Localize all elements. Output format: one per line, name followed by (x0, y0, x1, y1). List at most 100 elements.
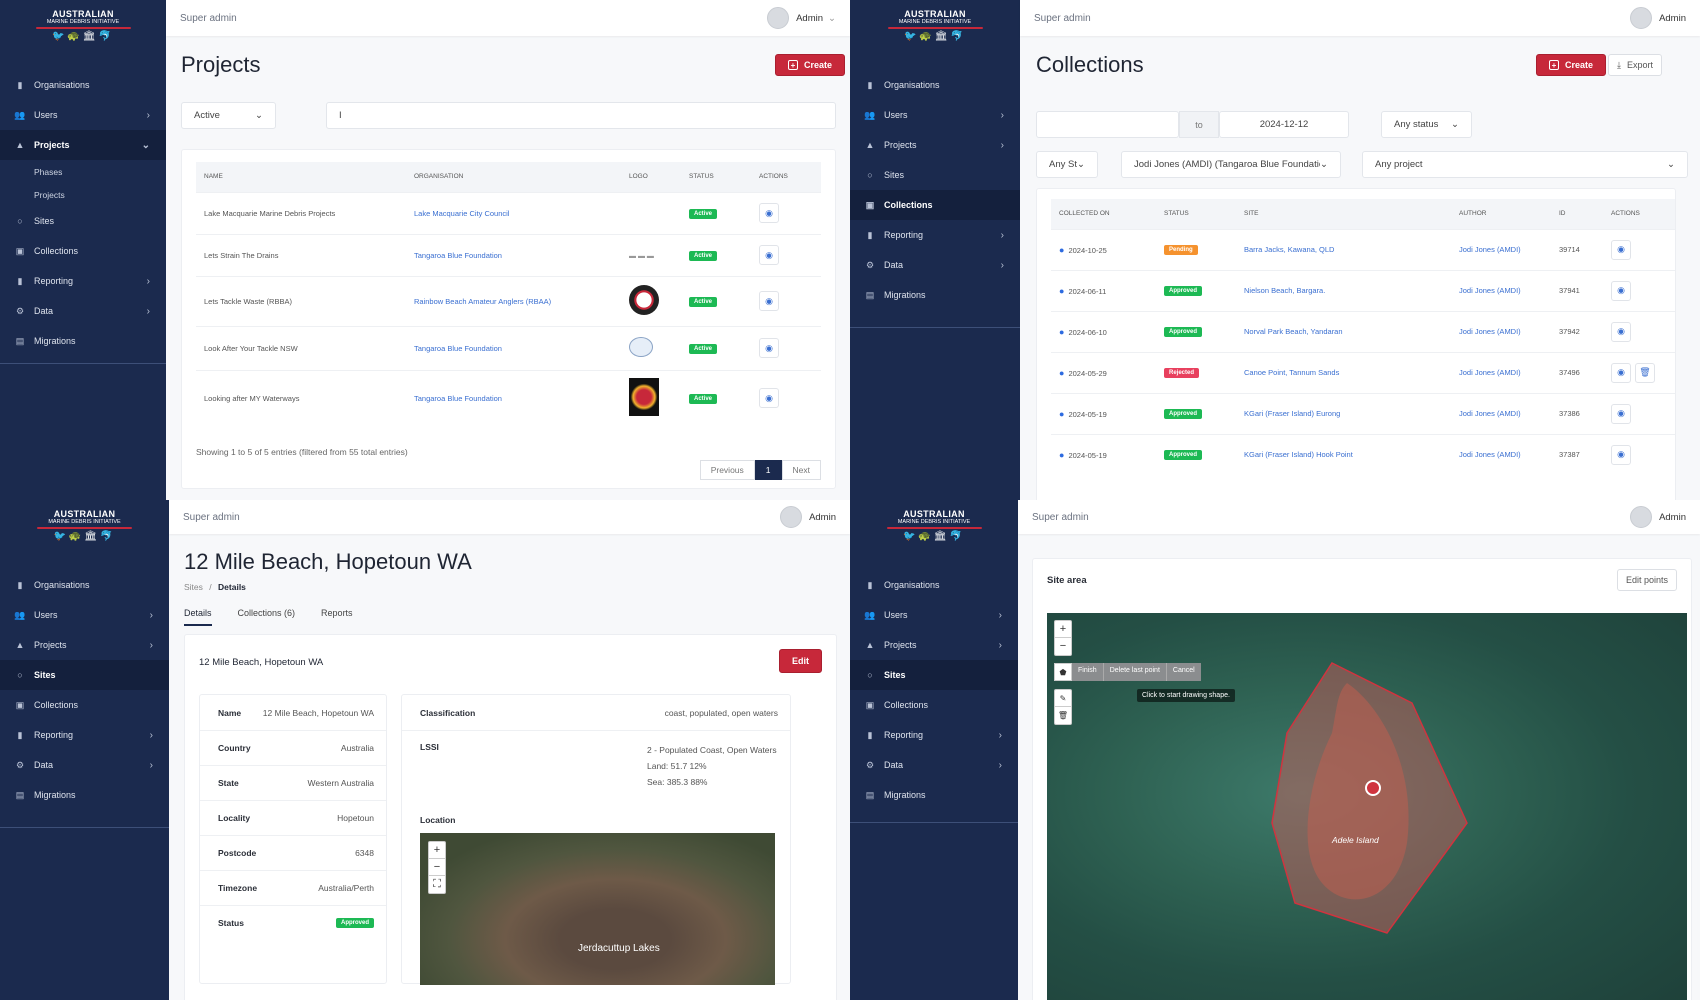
author-link[interactable]: Jodi Jones (AMDI) (1451, 392, 1551, 434)
info-icon[interactable]: ● (1059, 327, 1064, 337)
view-eye-icon[interactable]: ◉ (759, 338, 779, 358)
nav-projects[interactable]: ▲ Projects › (850, 130, 1020, 160)
nav-projects[interactable]: ▲ Projects › (850, 630, 1018, 660)
nav-organisations[interactable]: ▮ Organisations (850, 70, 1020, 100)
nav-reporting[interactable]: ▮ Reporting › (850, 220, 1020, 250)
nav-sites[interactable]: ○ Sites (850, 160, 1020, 190)
nav-collections[interactable]: ▣ Collections (0, 690, 169, 720)
user-menu[interactable]: Admin (1630, 506, 1686, 528)
view-eye-icon[interactable]: ◉ (1611, 403, 1631, 424)
author-link[interactable]: Jodi Jones (AMDI) (1451, 433, 1551, 475)
status-filter-select[interactable]: Active ⌄ (181, 102, 276, 129)
tab-details[interactable]: Details (184, 608, 212, 626)
export-button[interactable]: ⤓ Export (1608, 54, 1662, 76)
edit-layer-icon[interactable]: ✎ (1055, 690, 1071, 707)
nav-data[interactable]: ⚙ Data › (850, 250, 1020, 280)
nav-sites[interactable]: ○ Sites (0, 206, 166, 236)
view-eye-icon[interactable]: ◉ (1611, 239, 1631, 260)
nav-migrations[interactable]: ▤ Migrations (0, 326, 166, 356)
prev-button[interactable]: Previous (699, 460, 755, 480)
view-eye-icon[interactable]: ◉ (759, 203, 779, 223)
nav-collections[interactable]: ▣ Collections (850, 190, 1020, 220)
site-link[interactable]: KGari (Fraser Island) Hook Point (1236, 433, 1451, 475)
col-collected-on[interactable]: COLLECTED ON (1051, 199, 1156, 229)
date-from-input[interactable] (1036, 111, 1179, 138)
org-link[interactable]: Tangaroa Blue Foundation (406, 369, 621, 426)
state-filter-select[interactable]: Any St ⌄ (1036, 151, 1098, 178)
col-site[interactable]: SITE (1236, 199, 1451, 229)
project-filter-select[interactable]: Any project ⌄ (1362, 151, 1688, 178)
zoom-in-button[interactable]: + (1055, 621, 1071, 638)
status-filter-select[interactable]: Any status ⌄ (1381, 111, 1472, 138)
zoom-in-button[interactable]: + (429, 842, 445, 859)
info-icon[interactable]: ● (1059, 450, 1064, 460)
col-name[interactable]: NAME (196, 162, 406, 192)
author-link[interactable]: Jodi Jones (AMDI) (1451, 269, 1551, 311)
search-input[interactable]: I (326, 102, 836, 129)
nav-sites[interactable]: ○ Sites (0, 660, 169, 690)
view-eye-icon[interactable]: ◉ (1611, 362, 1631, 383)
org-link[interactable]: Lake Macquarie City Council (406, 191, 621, 234)
nav-collections[interactable]: ▣ Collections (850, 690, 1018, 720)
org-link[interactable]: Rainbow Beach Amateur Anglers (RBAA) (406, 275, 621, 326)
site-link[interactable]: Norval Park Beach, Yandaran (1236, 310, 1451, 352)
polygon-draw-icon[interactable]: ⬟ (1054, 663, 1072, 681)
nav-migrations[interactable]: ▤ Migrations (850, 280, 1020, 310)
view-eye-icon[interactable]: ◉ (759, 245, 779, 265)
breadcrumb-sites-link[interactable]: Sites (184, 582, 203, 592)
edit-points-button[interactable]: Edit points (1616, 569, 1677, 591)
nav-users[interactable]: 👥 Users › (0, 600, 169, 630)
org-link[interactable]: Tangaroa Blue Foundation (406, 233, 621, 276)
nav-data[interactable]: ⚙ Data › (850, 750, 1018, 780)
author-link[interactable]: Jodi Jones (AMDI) (1451, 310, 1551, 352)
nav-projects[interactable]: ▲ Projects › (0, 630, 169, 660)
brand-logo[interactable]: AUSTRALIAN MARINE DEBRIS INITIATIVE 🐦🐢🏛🐬 (0, 0, 166, 62)
author-link[interactable]: Jodi Jones (AMDI) (1451, 351, 1551, 393)
site-area-map[interactable]: Adele Island + − ⬟ Finish Delete last po… (1047, 613, 1687, 1000)
create-button[interactable]: + Create (775, 54, 846, 76)
col-status[interactable]: STATUS (1156, 199, 1236, 229)
info-icon[interactable]: ● (1059, 286, 1064, 296)
zoom-out-button[interactable]: − (1055, 638, 1071, 655)
edit-button[interactable]: Edit (779, 649, 822, 673)
brand-logo[interactable]: AUSTRALIAN MARINE DEBRIS INITIATIVE 🐦🐢🏛🐬 (0, 500, 169, 562)
col-status[interactable]: STATUS (681, 162, 751, 192)
author-filter-select[interactable]: Jodi Jones (AMDI) (Tangaroa Blue Foundat… (1121, 151, 1341, 178)
nav-organisations[interactable]: ▮ Organisations (0, 70, 166, 100)
site-link[interactable]: Barra Jacks, Kawana, QLD (1236, 228, 1451, 270)
nav-projects[interactable]: ▲ Projects ⌄ (0, 130, 166, 160)
nav-migrations[interactable]: ▤ Migrations (850, 780, 1018, 810)
site-link[interactable]: Nielson Beach, Bargara. (1236, 269, 1451, 311)
zoom-out-button[interactable]: − (429, 859, 445, 876)
nav-users[interactable]: 👥 Users › (850, 600, 1018, 630)
nav-reporting[interactable]: ▮ Reporting › (850, 720, 1018, 750)
fullscreen-icon[interactable]: ⛶ (429, 876, 445, 893)
info-icon[interactable]: ● (1059, 368, 1064, 378)
col-id[interactable]: ID (1551, 199, 1603, 229)
info-icon[interactable]: ● (1059, 245, 1064, 255)
create-button[interactable]: + Create (1536, 54, 1607, 76)
nav-organisations[interactable]: ▮ Organisations (850, 570, 1018, 600)
page-1-button[interactable]: 1 (754, 460, 782, 480)
col-author[interactable]: AUTHOR (1451, 199, 1551, 229)
nav-sites[interactable]: ○ Sites (850, 660, 1018, 690)
nav-data[interactable]: ⚙ Data › (0, 296, 166, 326)
view-eye-icon[interactable]: ◉ (759, 388, 779, 409)
delete-last-point-button[interactable]: Delete last point (1103, 663, 1167, 681)
view-eye-icon[interactable]: ◉ (1611, 280, 1631, 301)
user-menu[interactable]: Admin ⌄ (767, 7, 836, 29)
nav-phases[interactable]: Phases (0, 160, 166, 183)
col-organisation[interactable]: ORGANISATION (406, 162, 621, 192)
brand-logo[interactable]: AUSTRALIAN MARINE DEBRIS INITIATIVE 🐦🐢🏛🐬 (850, 0, 1020, 62)
brand-logo[interactable]: AUSTRALIAN MARINE DEBRIS INITIATIVE 🐦🐢🏛🐬 (850, 500, 1018, 562)
nav-users[interactable]: 👥 Users › (850, 100, 1020, 130)
author-link[interactable]: Jodi Jones (AMDI) (1451, 228, 1551, 270)
view-eye-icon[interactable]: ◉ (1611, 444, 1631, 465)
nav-users[interactable]: 👥 Users › (0, 100, 166, 130)
nav-collections[interactable]: ▣ Collections (0, 236, 166, 266)
map-marker-icon[interactable] (1365, 780, 1381, 796)
nav-organisations[interactable]: ▮ Organisations (0, 570, 169, 600)
next-button[interactable]: Next (781, 460, 821, 480)
user-menu[interactable]: Admin (1630, 7, 1686, 29)
nav-data[interactable]: ⚙ Data › (0, 750, 169, 780)
